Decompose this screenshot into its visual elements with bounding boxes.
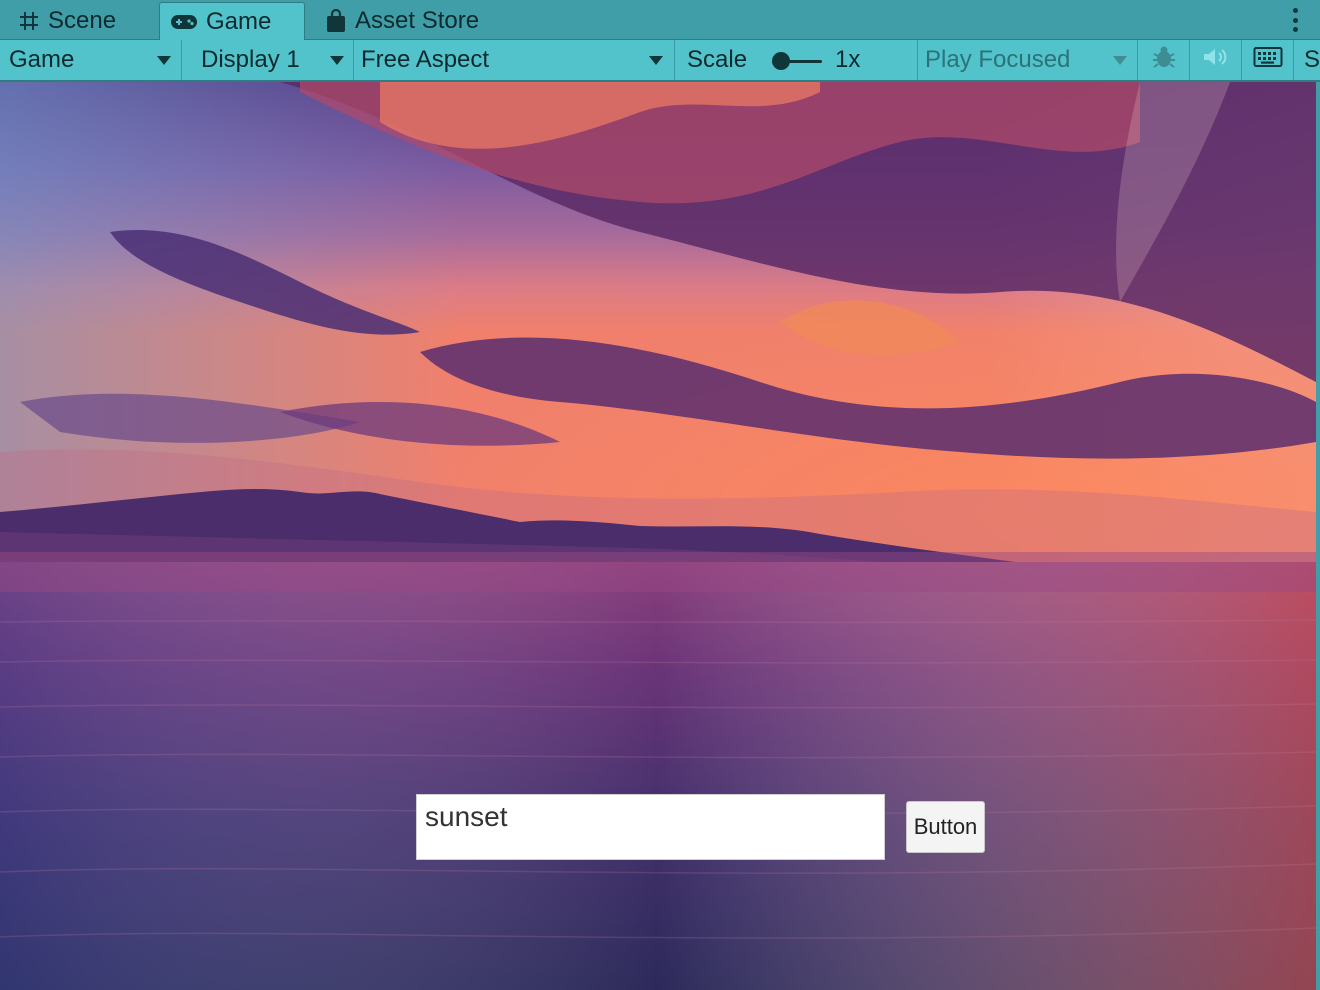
aspect-dropdown[interactable]: Free Aspect bbox=[354, 40, 675, 80]
speaker-icon bbox=[1202, 46, 1230, 75]
more-options-icon[interactable] bbox=[1292, 8, 1298, 32]
stats-button[interactable]: S bbox=[1294, 40, 1320, 80]
window-edge bbox=[1316, 82, 1320, 990]
play-mode-value: Play Focused bbox=[925, 46, 1071, 73]
tab-label: Asset Store bbox=[355, 7, 480, 34]
mute-audio-button[interactable] bbox=[1190, 40, 1242, 80]
chevron-down-icon bbox=[157, 56, 171, 65]
shopping-bag-icon bbox=[325, 9, 347, 33]
display-mode-value: Game bbox=[9, 46, 75, 73]
scale-label: Scale bbox=[687, 46, 748, 73]
display-dropdown[interactable]: Display 1 bbox=[182, 40, 354, 80]
chevron-down-icon bbox=[649, 56, 663, 65]
gamepad-icon bbox=[170, 13, 198, 31]
scale-control: Scale 1x bbox=[675, 40, 918, 80]
scale-value: 1x bbox=[835, 46, 861, 73]
stats-label: S bbox=[1304, 46, 1320, 73]
bug-icon bbox=[1151, 44, 1177, 77]
chevron-down-icon bbox=[330, 56, 344, 65]
chevron-down-icon bbox=[1113, 56, 1127, 65]
search-input[interactable]: sunset bbox=[416, 794, 885, 860]
grid-icon bbox=[18, 10, 40, 32]
game-view-toolbar: Game Display 1 Free Aspect Scale 1x Play… bbox=[0, 40, 1320, 82]
scale-slider-handle[interactable] bbox=[772, 52, 790, 70]
game-viewport[interactable]: sunset Button bbox=[0, 82, 1316, 990]
submit-button[interactable]: Button bbox=[906, 801, 985, 853]
tab-game[interactable]: Game bbox=[159, 2, 305, 40]
tab-scene[interactable]: Scene bbox=[8, 2, 158, 40]
keyboard-toggle-button[interactable] bbox=[1242, 40, 1294, 80]
display-mode-dropdown[interactable]: Game bbox=[0, 40, 182, 80]
display-value: Display 1 bbox=[201, 46, 300, 73]
play-mode-dropdown[interactable]: Play Focused bbox=[918, 40, 1138, 80]
tab-label: Game bbox=[206, 7, 272, 35]
keyboard-icon bbox=[1253, 46, 1283, 75]
aspect-value: Free Aspect bbox=[361, 46, 490, 73]
tab-asset-store[interactable]: Asset Store bbox=[315, 2, 505, 40]
editor-tab-bar: Scene Game Asset Store bbox=[0, 0, 1320, 40]
bug-toggle-button[interactable] bbox=[1138, 40, 1190, 80]
tab-label: Scene bbox=[48, 7, 117, 34]
